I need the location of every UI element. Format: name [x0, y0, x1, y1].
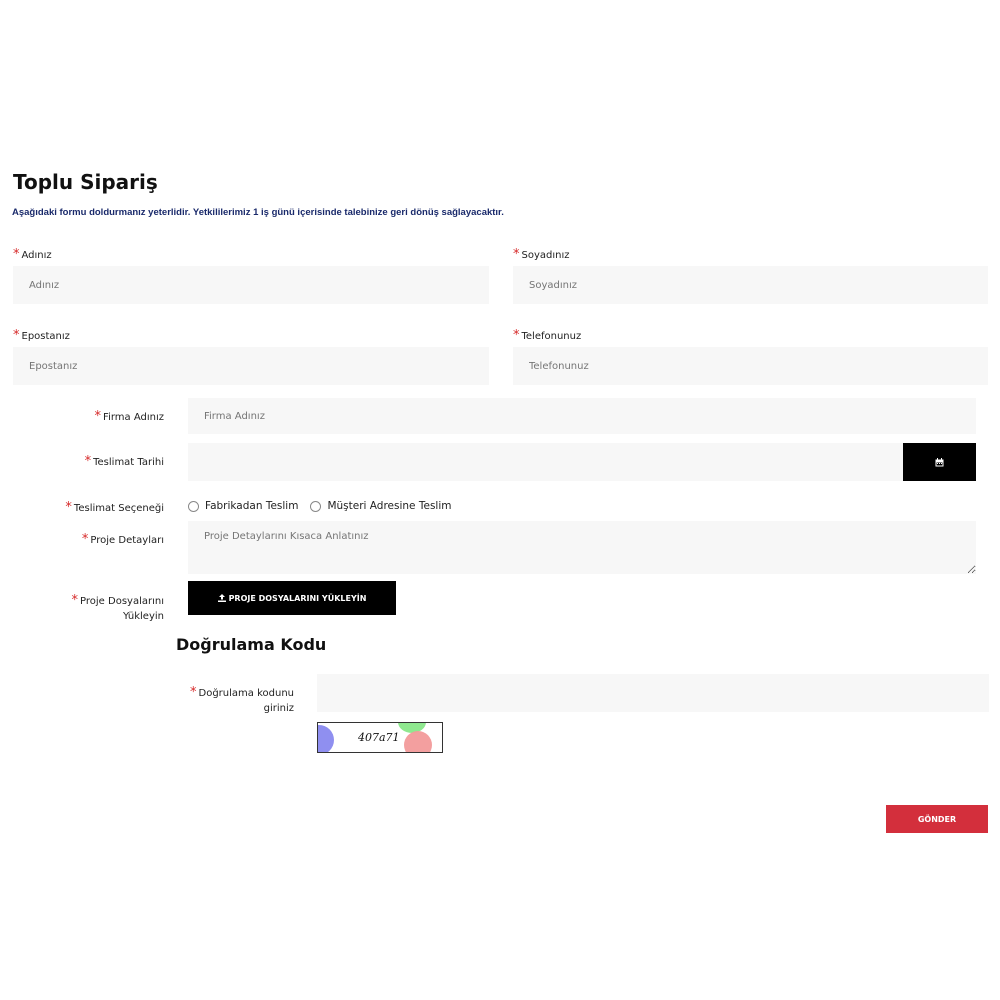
submit-button[interactable]: GÖNDER — [886, 805, 988, 833]
required-mark: * — [71, 593, 79, 608]
verification-title: Doğrulama Kodu — [176, 635, 327, 654]
required-mark: * — [13, 247, 20, 262]
delivery-date-input[interactable] — [188, 443, 903, 481]
upload-project-files-button[interactable]: PROJE DOSYALARINI YÜKLEYİN — [188, 581, 396, 615]
page-title: Toplu Sipariş — [13, 170, 158, 194]
required-mark: * — [65, 500, 72, 515]
radio-customer-delivery[interactable] — [310, 500, 322, 512]
required-mark: * — [513, 328, 520, 343]
verification-label: * Doğrulama kodunu giriniz — [190, 685, 294, 714]
date-picker-button[interactable] — [903, 443, 976, 481]
radio-factory-delivery-label[interactable]: Fabrikadan Teslim — [205, 500, 298, 512]
radio-customer-delivery-label[interactable]: Müşteri Adresine Teslim — [327, 500, 451, 512]
last-name-input[interactable] — [513, 266, 988, 304]
required-mark: * — [513, 247, 520, 262]
company-label: * Firma Adınız — [94, 409, 164, 424]
delivery-date-label: * Teslimat Tarihi — [84, 454, 164, 469]
phone-input[interactable] — [513, 347, 988, 385]
project-details-textarea[interactable] — [188, 521, 976, 574]
first-name-label: * Adınız — [13, 247, 52, 262]
email-label: * Epostanız — [13, 328, 70, 343]
radio-factory-delivery[interactable] — [188, 500, 199, 512]
upload-button-label: PROJE DOSYALARINI YÜKLEYİN — [228, 593, 367, 603]
required-mark: * — [13, 328, 20, 343]
required-mark: * — [84, 454, 92, 469]
delivery-option-label: * Teslimat Seçeneği — [65, 500, 164, 515]
captcha-text: 407a71 — [358, 731, 400, 744]
last-name-label: * Soyadınız — [513, 247, 570, 262]
captcha-noise-circle — [318, 725, 334, 752]
delivery-option-group: Fabrikadan Teslim Müşteri Adresine Tesli… — [188, 500, 451, 512]
page-subtitle: Aşağıdaki formu doldurmanız yeterlidir. … — [12, 207, 504, 218]
verification-code-input[interactable] — [317, 674, 989, 712]
company-input[interactable] — [188, 398, 976, 434]
project-details-label: * Proje Detayları — [81, 532, 164, 547]
required-mark: * — [94, 409, 102, 424]
first-name-input[interactable] — [13, 266, 489, 304]
captcha-image: 407a71 — [317, 722, 443, 753]
project-files-label: * Proje Dosyalarını Yükleyin — [71, 593, 164, 622]
phone-label: * Telefonunuz — [513, 328, 582, 343]
required-mark: * — [190, 685, 197, 700]
calendar-icon — [935, 457, 944, 466]
email-input[interactable] — [13, 347, 489, 385]
required-mark: * — [81, 532, 89, 547]
captcha-noise-circle — [404, 731, 432, 752]
upload-icon — [217, 594, 226, 602]
